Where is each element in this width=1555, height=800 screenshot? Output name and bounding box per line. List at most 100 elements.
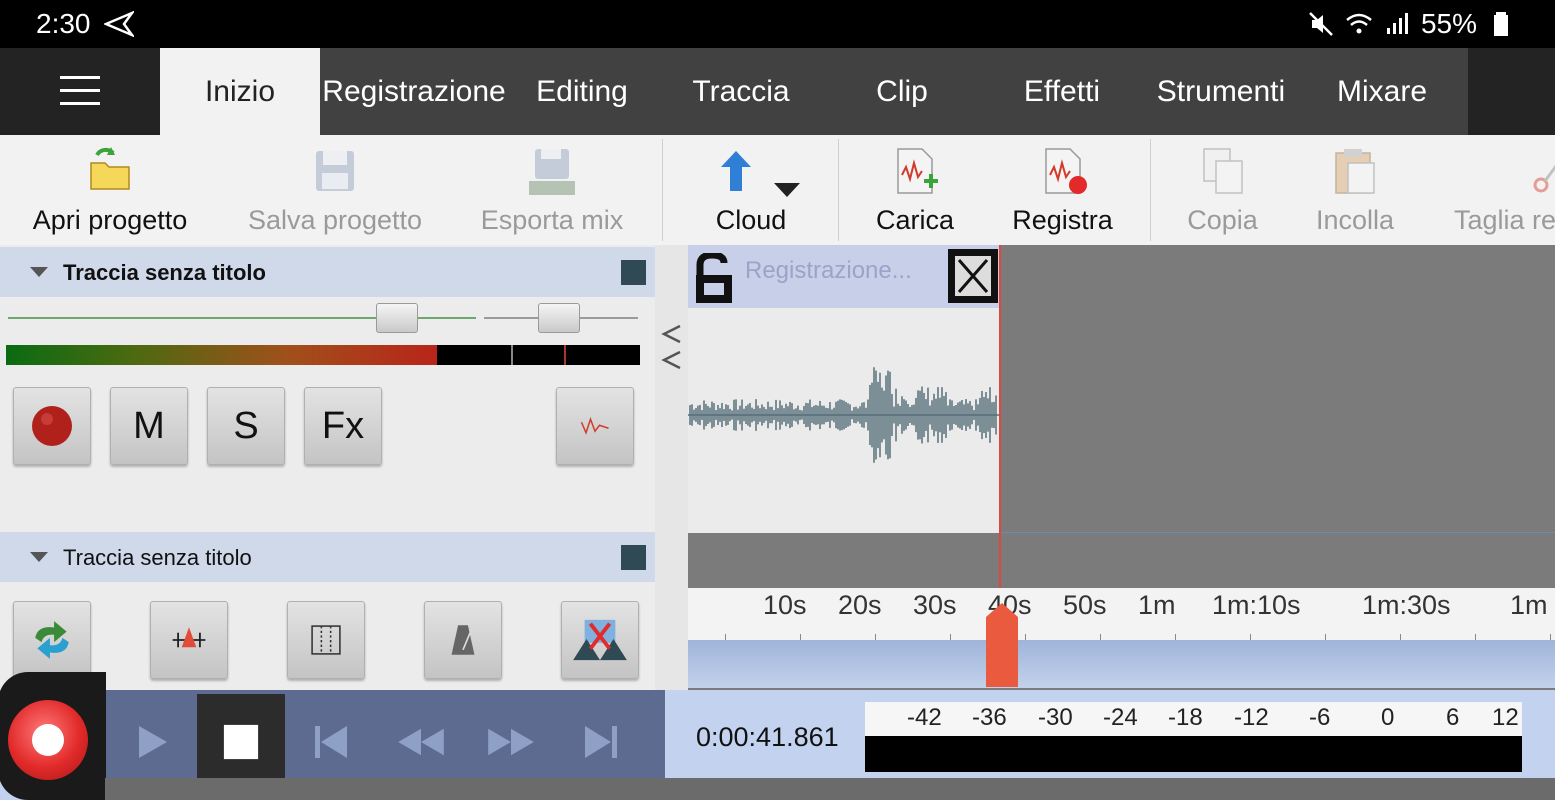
tab-strumenti[interactable]: Strumenti — [1146, 48, 1296, 135]
cloud-label: Cloud — [715, 205, 787, 235]
ruler-label: 20s — [838, 590, 882, 620]
mute-button[interactable]: M — [110, 387, 188, 465]
db-scale-label: -36 — [972, 704, 1007, 731]
hamburger-menu-button[interactable] — [0, 48, 160, 135]
db-scale-label: -42 — [907, 704, 942, 731]
track-name: Traccia senza titolo — [63, 260, 266, 285]
skip-forward-icon — [585, 726, 617, 758]
ruler-label: 1m:10s — [1212, 590, 1301, 620]
audio-clip[interactable]: Registrazione... — [688, 245, 1000, 533]
cut-button[interactable]: Taglia re — [1452, 135, 1555, 245]
paste-label: Incolla — [1315, 205, 1395, 235]
track-level-meter — [6, 345, 640, 365]
meter-peak-marker — [511, 345, 513, 365]
pan-slider-thumb[interactable] — [538, 303, 580, 333]
envelope-button[interactable] — [556, 387, 634, 465]
scissors-icon — [1533, 164, 1555, 193]
db-scale-label: -30 — [1038, 704, 1073, 731]
save-project-label: Salva progetto — [247, 205, 423, 235]
save-project-button[interactable]: Salva progetto — [245, 135, 425, 245]
lane-divider — [1000, 532, 1555, 533]
close-clip-button[interactable] — [948, 249, 998, 303]
tab-editing[interactable]: Editing — [508, 48, 656, 135]
fade-button[interactable] — [561, 601, 639, 679]
status-bar: 2:30 55% — [0, 0, 1555, 48]
panel-splitter[interactable] — [655, 245, 688, 690]
split-icon — [172, 627, 206, 648]
load-button[interactable]: Carica — [855, 135, 975, 245]
loop-button[interactable] — [13, 601, 91, 679]
master-db-meter: -42 -36 -30 -24 -18 -12 -6 0 6 12 — [865, 702, 1522, 772]
time-display: 0:00:41.861 — [696, 722, 839, 752]
metronome-icon — [451, 625, 475, 655]
track-header[interactable]: Traccia senza titolo — [0, 532, 655, 582]
collapse-triangle-icon[interactable] — [30, 552, 48, 562]
cut-label: Taglia re — [1454, 205, 1555, 235]
timeline-scroll-bar[interactable] — [688, 640, 1555, 688]
ruler-label: 1m — [1510, 590, 1548, 620]
grid-button[interactable] — [287, 601, 365, 679]
stop-button[interactable] — [197, 694, 285, 790]
record-audio-icon — [1044, 148, 1087, 194]
tab-inizio[interactable]: Inizio — [160, 48, 320, 135]
master-meter-bar — [865, 736, 1522, 772]
playhead-handle[interactable] — [984, 603, 1020, 687]
collapse-triangle-icon[interactable] — [30, 267, 48, 277]
db-scale-label: 6 — [1446, 704, 1460, 731]
track-color-swatch[interactable] — [621, 260, 646, 285]
record-tool-button[interactable]: Registra — [1000, 135, 1125, 245]
fx-button[interactable]: Fx — [304, 387, 382, 465]
tab-traccia[interactable]: Traccia — [656, 48, 826, 135]
status-icons: 55% — [1307, 8, 1515, 40]
cloud-upload-icon — [721, 151, 751, 191]
volume-slider-thumb[interactable] — [376, 303, 418, 333]
cloud-button[interactable]: Cloud — [676, 135, 826, 245]
navigation-arrow-icon — [104, 10, 134, 38]
wifi-icon — [1346, 13, 1372, 34]
hamburger-line — [60, 76, 100, 79]
solo-button[interactable]: S — [207, 387, 285, 465]
paste-button[interactable]: Incolla — [1300, 135, 1410, 245]
skip-to-end-button[interactable] — [557, 694, 645, 790]
tab-effetti[interactable]: Effetti — [978, 48, 1146, 135]
toolbar: Apri progetto Salva progetto Esporta mix… — [0, 135, 1555, 245]
load-audio-icon — [897, 148, 938, 194]
load-label: Carica — [875, 205, 955, 235]
db-scale-label: -18 — [1168, 704, 1203, 731]
metronome-button[interactable] — [424, 601, 502, 679]
skip-back-icon — [315, 726, 347, 758]
dropdown-arrow-icon — [774, 183, 800, 197]
clip-title: Registrazione... — [745, 257, 912, 284]
split-button[interactable] — [150, 601, 228, 679]
rewind-button[interactable] — [377, 694, 465, 790]
envelope-wave-icon — [580, 417, 609, 435]
track-color-swatch[interactable] — [621, 545, 646, 570]
hamburger-line — [60, 102, 100, 105]
copy-button[interactable]: Copia — [1170, 135, 1275, 245]
tab-registrazione[interactable]: Registrazione — [320, 48, 508, 135]
close-icon — [953, 254, 993, 298]
tab-clip[interactable]: Clip — [826, 48, 978, 135]
track-name: Traccia senza titolo — [63, 545, 252, 570]
paste-icon — [1335, 149, 1375, 194]
tab-mixare[interactable]: Mixare — [1296, 48, 1468, 135]
open-project-button[interactable]: Apri progetto — [20, 135, 200, 245]
tabs: Inizio Registrazione Editing Traccia Cli… — [160, 48, 1468, 135]
stop-icon — [223, 724, 259, 760]
clip-header[interactable]: Registrazione... — [688, 245, 1000, 308]
arm-record-button[interactable] — [13, 387, 91, 465]
export-mix-button[interactable]: Esporta mix — [462, 135, 642, 245]
mute-icon — [1309, 12, 1333, 36]
time-ruler[interactable]: 10s 20s 30s 40s 50s 1m 1m:10s 1m:30s 1m — [688, 588, 1555, 640]
rewind-icon — [398, 728, 444, 756]
unlock-icon[interactable] — [694, 253, 734, 305]
battery-percent: 55% — [1420, 8, 1477, 39]
fast-forward-icon — [488, 728, 534, 756]
meter-peak-marker — [564, 345, 566, 365]
track-header[interactable]: Traccia senza titolo — [0, 247, 655, 297]
fast-forward-button[interactable] — [467, 694, 555, 790]
skip-to-start-button[interactable] — [287, 694, 375, 790]
collapse-chevrons-icon[interactable] — [660, 322, 684, 372]
play-button[interactable] — [107, 694, 195, 790]
play-icon — [139, 726, 167, 758]
